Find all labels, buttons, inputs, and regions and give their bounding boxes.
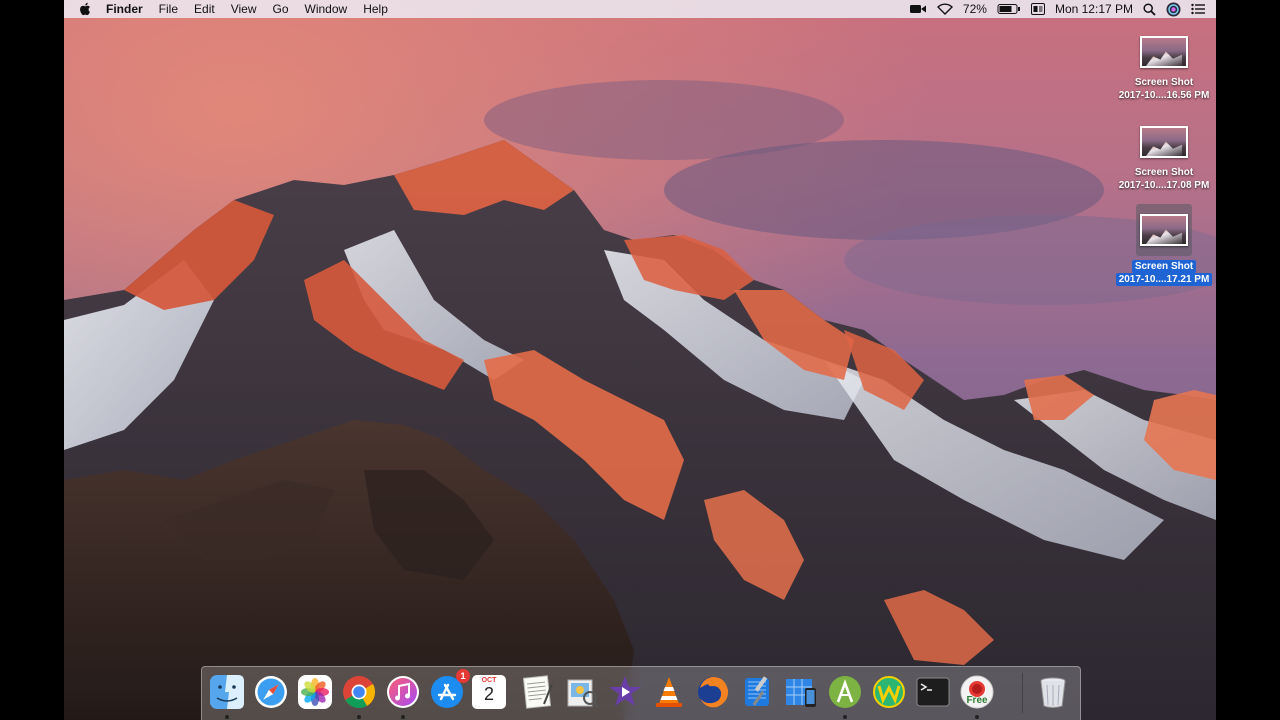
- dock-free-app[interactable]: Free: [958, 673, 996, 719]
- menu-window[interactable]: Window: [297, 0, 356, 18]
- desktop-file-screenshot-selected[interactable]: Screen Shot 2017-10....17.21 PM: [1114, 204, 1214, 286]
- calendar-day: 2: [483, 684, 494, 704]
- dock-trash[interactable]: [1034, 673, 1072, 711]
- menu-help[interactable]: Help: [355, 0, 396, 18]
- terminal-icon: [916, 677, 950, 707]
- dock-terminal[interactable]: [914, 673, 952, 711]
- spotlight-search-icon[interactable]: [1143, 2, 1156, 16]
- screen-record-icon[interactable]: [909, 3, 927, 15]
- menu-edit[interactable]: Edit: [186, 0, 223, 18]
- android-studio-icon: [829, 676, 861, 708]
- menu-view[interactable]: View: [223, 0, 265, 18]
- running-indicator: [225, 715, 229, 719]
- dock-imovie[interactable]: [606, 673, 644, 711]
- input-menu-icon[interactable]: [1030, 3, 1045, 15]
- imovie-icon: [609, 676, 641, 706]
- screenshot-thumbnail-icon: [1138, 32, 1190, 72]
- apple-menu-icon[interactable]: [78, 0, 92, 18]
- running-indicator: [843, 715, 847, 719]
- desktop-file-screenshot[interactable]: Screen Shot 2017-10....16.56 PM: [1114, 32, 1214, 102]
- wifi-icon[interactable]: [936, 3, 953, 15]
- menubar-clock[interactable]: Mon 12:17 PM: [1055, 0, 1133, 18]
- chrome-icon: [343, 676, 376, 709]
- siri-icon[interactable]: [1166, 2, 1181, 17]
- screenshot-thumbnail-icon: [1136, 204, 1192, 256]
- menu-finder[interactable]: Finder: [98, 0, 151, 18]
- dock-safari[interactable]: [252, 673, 290, 711]
- trash-icon: [1040, 677, 1066, 708]
- dock-wunderlist[interactable]: [870, 673, 908, 711]
- preview-icon: [567, 679, 599, 708]
- file-name: Screen Shot: [1134, 167, 1194, 178]
- running-indicator: [357, 715, 361, 719]
- dock-itunes[interactable]: [384, 673, 422, 719]
- desktop-screen: Finder File Edit View Go Window Help 72%…: [64, 0, 1216, 720]
- dock-preview[interactable]: [562, 673, 600, 711]
- dock-textedit[interactable]: [518, 673, 556, 711]
- running-indicator: [401, 715, 405, 719]
- wunderlist-icon: [873, 676, 905, 708]
- dock-chrome[interactable]: [340, 673, 378, 719]
- running-indicator: [975, 715, 979, 719]
- dock-firefox[interactable]: [694, 673, 732, 711]
- dock-android-studio[interactable]: [826, 673, 864, 719]
- calendar-month: OCT: [481, 677, 497, 684]
- dock-photos[interactable]: [296, 673, 334, 711]
- menu-bar: Finder File Edit View Go Window Help 72%…: [64, 0, 1216, 18]
- xcode-icon: [745, 676, 769, 706]
- dock-app-store[interactable]: 1: [428, 669, 470, 711]
- finder-icon: [210, 675, 244, 709]
- textedit-icon: [522, 675, 553, 709]
- dock-vlc[interactable]: [650, 673, 688, 711]
- battery-icon[interactable]: [997, 3, 1021, 15]
- dock-simulator[interactable]: [782, 673, 820, 711]
- dock-xcode[interactable]: [738, 673, 776, 711]
- file-date: 2017-10....17.21 PM: [1115, 273, 1213, 286]
- screenshot-thumbnail-icon: [1138, 122, 1190, 162]
- firefox-icon: [698, 677, 729, 708]
- photos-icon: [298, 675, 332, 709]
- file-date: 2017-10....17.08 PM: [1118, 180, 1210, 191]
- menu-go[interactable]: Go: [265, 0, 297, 18]
- itunes-icon: [387, 676, 419, 708]
- free-app-label: Free: [966, 695, 988, 706]
- battery-percent[interactable]: 72%: [963, 0, 987, 18]
- menu-file[interactable]: File: [151, 0, 186, 18]
- dock: 1 OCT 2 Free: [201, 666, 1081, 720]
- dock-calendar[interactable]: OCT 2: [472, 675, 506, 709]
- file-name: Screen Shot: [1134, 77, 1194, 88]
- simulator-icon: [786, 679, 816, 707]
- file-name: Screen Shot: [1131, 260, 1197, 273]
- safari-icon: [255, 676, 287, 708]
- desktop-file-screenshot[interactable]: Screen Shot 2017-10....17.08 PM: [1114, 122, 1214, 192]
- desktop-wallpaper: [64, 0, 1216, 720]
- file-date: 2017-10....16.56 PM: [1118, 90, 1210, 101]
- dock-finder[interactable]: [208, 673, 246, 719]
- vlc-icon: [656, 677, 682, 707]
- notification-badge: 1: [456, 669, 470, 683]
- notification-center-icon[interactable]: [1191, 3, 1205, 15]
- dock-separator: [1022, 673, 1023, 713]
